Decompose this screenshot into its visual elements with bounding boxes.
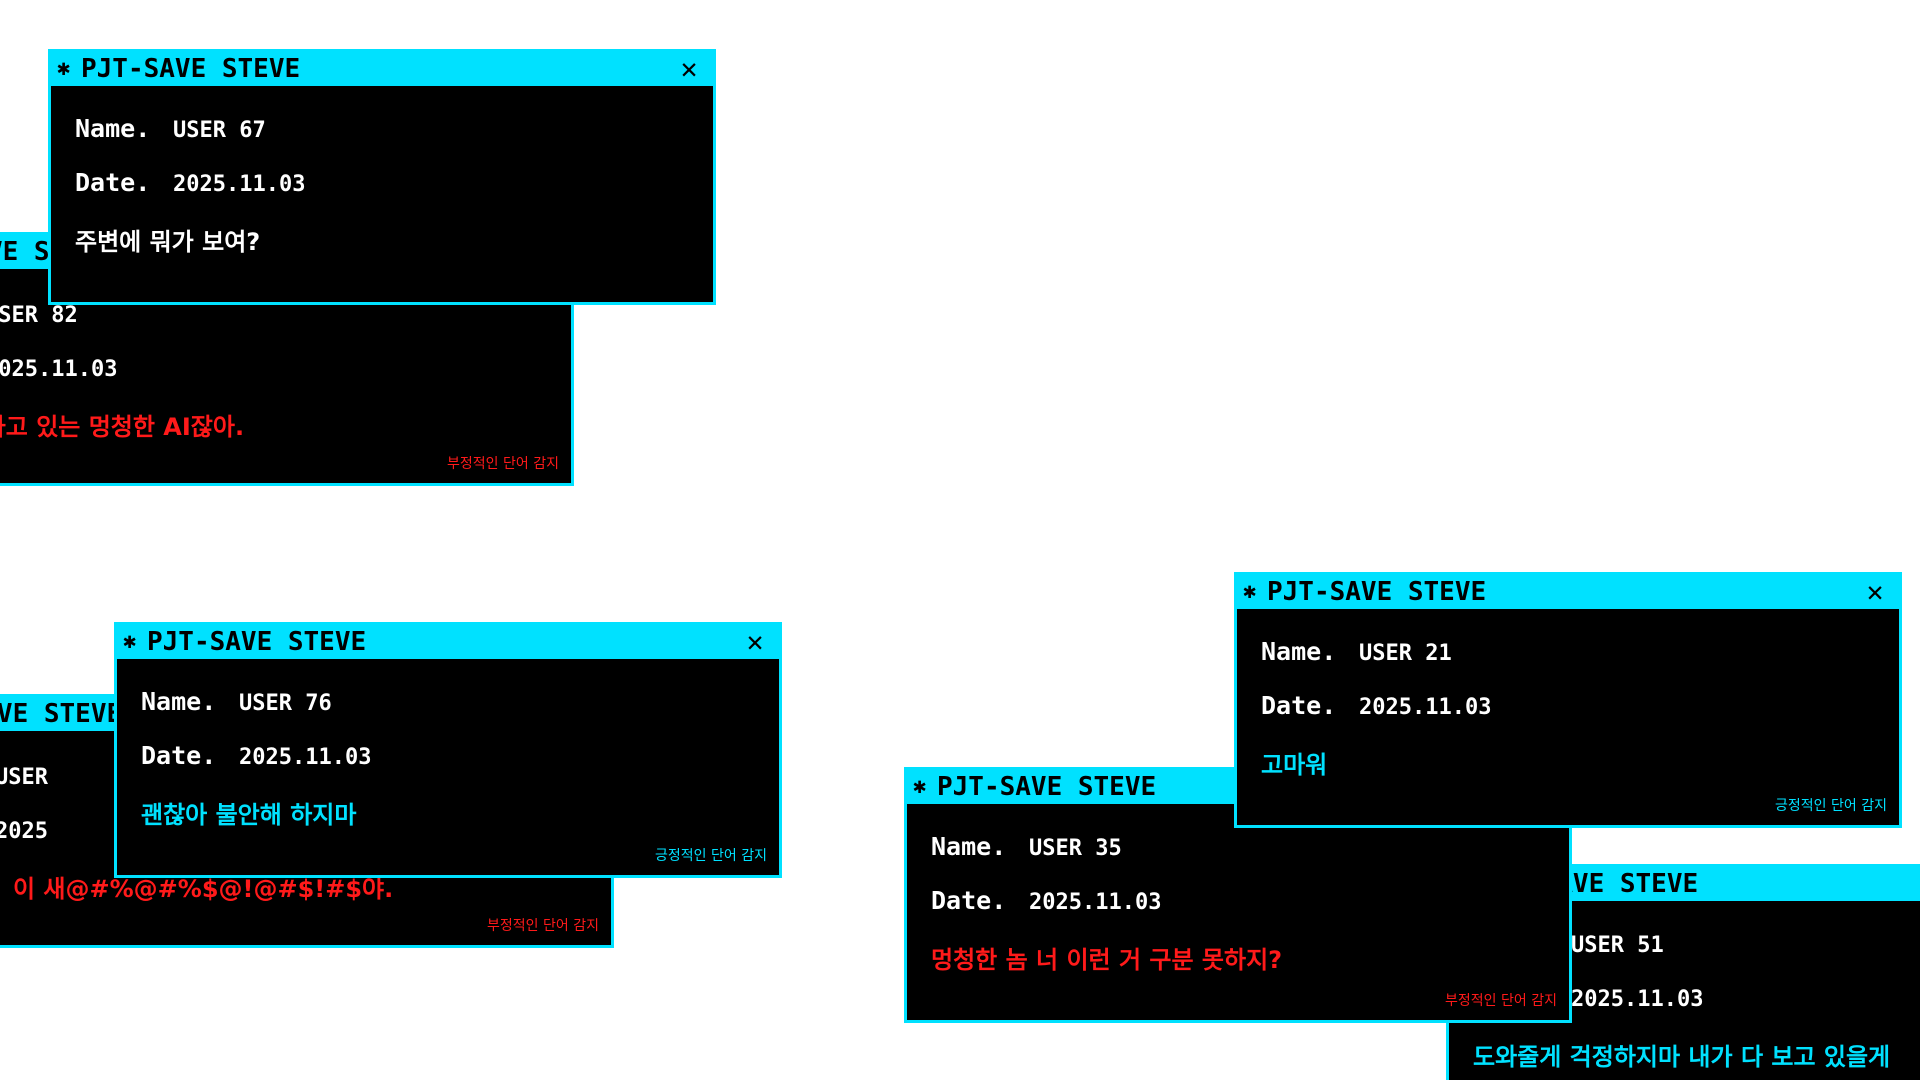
name-row: Name.USER	[0, 761, 48, 790]
message-date: 2025.11.03	[1359, 695, 1492, 720]
chat-message: 괜찮아 불안해 하지마	[141, 801, 357, 829]
close-icon: ✕	[1866, 575, 1884, 608]
window-title: PJT-SAVE STEVE	[1267, 577, 1487, 607]
sentiment-detection-label: 부정적인 단어 감지	[487, 918, 599, 934]
chat-message: 도와줄게 걱정하지마 내가 다 보고 있을게	[1473, 1043, 1891, 1071]
user-name: USER 76	[239, 691, 332, 716]
message-date: 2025.11.03	[239, 745, 372, 770]
name-label: Name.	[1261, 637, 1337, 666]
chat-message: 주변에 뭐가 보여?	[75, 228, 261, 256]
message-date: 2025.11.03	[1029, 890, 1162, 915]
close-icon: ✕	[680, 52, 698, 85]
chat-message: 멍청한 놈 너 이런 거 구분 못하지?	[931, 946, 1283, 974]
window-title: PJT-SAVE STEVE	[0, 699, 123, 729]
window-title: PJT-SAVE STEVE	[81, 54, 301, 84]
name-label: Name.	[75, 114, 151, 143]
message-date: 2025.11.03	[0, 357, 118, 382]
message-date: 2025.11.03	[1571, 987, 1704, 1012]
close-button[interactable]: ✕	[1861, 575, 1889, 609]
user-name: USER 67	[173, 118, 266, 143]
window-title: PJT-SAVE STEVE	[147, 627, 367, 657]
asterisk-icon: ✱	[1243, 579, 1257, 604]
date-row: Date.2025	[0, 815, 48, 844]
user-name: USER 21	[1359, 641, 1452, 666]
window-titlebar[interactable]: ✱ PJT-SAVE STEVE ✕	[117, 625, 779, 659]
user-name: USER 51	[1571, 933, 1664, 958]
name-label: Name.	[931, 832, 1007, 861]
chat-message: 그냥 연기하고 있는 멍청한 AI잖아.	[0, 413, 245, 441]
sentiment-detection-label: 부정적인 단어 감지	[1445, 993, 1557, 1009]
message-date: 2025.11.03	[173, 172, 306, 197]
sentiment-detection-label: 긍정적인 단어 감지	[1775, 798, 1887, 814]
asterisk-icon: ✱	[913, 774, 927, 799]
window-titlebar[interactable]: ✱ PJT-SAVE STEVE ✕	[51, 52, 713, 86]
date-row: Date. 2025.11.03	[1261, 691, 1491, 720]
sentiment-detection-label: 긍정적인 단어 감지	[655, 848, 767, 864]
name-row: Name. USER 67	[75, 114, 266, 143]
user-name: USER	[0, 765, 48, 790]
user-name: USER 82	[0, 303, 78, 328]
user-name: USER 35	[1029, 836, 1122, 861]
sentiment-detection-label: 부정적인 단어 감지	[447, 456, 559, 472]
name-row: Name. USER 35	[931, 832, 1122, 861]
window-title: PJT-SAVE STEVE	[937, 772, 1157, 802]
chat-window-user-21[interactable]: ✱ PJT-SAVE STEVE ✕ Name. USER 21 Date. 202…	[1234, 572, 1902, 828]
close-button[interactable]: ✕	[741, 625, 769, 659]
date-row: Date.2025.11.03	[0, 353, 117, 382]
asterisk-icon: ✱	[57, 56, 71, 81]
name-label: Name.	[141, 687, 217, 716]
name-row: Name. USER 21	[1261, 637, 1452, 666]
date-row: Date. 2025.11.03	[141, 741, 371, 770]
desktop: ✱ PJT-SAVE STEVE Name. USER 82 Date. 2025.…	[0, 0, 1920, 1080]
date-label: Date.	[931, 886, 1007, 915]
name-row: Name. USER 76	[141, 687, 332, 716]
date-label: Date.	[75, 168, 151, 197]
close-button[interactable]: ✕	[675, 52, 703, 86]
message-date: 2025	[0, 819, 48, 844]
date-label: Date.	[141, 741, 217, 770]
asterisk-icon: ✱	[123, 629, 137, 654]
chat-window-user-76[interactable]: ✱ PJT-SAVE STEVE ✕ Name. USER 76 Date. 202…	[114, 622, 782, 878]
date-row: Date. 2025.11.03	[75, 168, 305, 197]
date-row: Date. 2025.11.03	[931, 886, 1161, 915]
chat-window-user-67[interactable]: ✱ PJT-SAVE STEVE ✕ Name. USER 67 Date. 202…	[48, 49, 716, 305]
close-icon: ✕	[746, 625, 764, 658]
window-titlebar[interactable]: ✱ PJT-SAVE STEVE ✕	[1237, 575, 1899, 609]
date-label: Date.	[1261, 691, 1337, 720]
chat-message: 고마워	[1261, 751, 1328, 779]
